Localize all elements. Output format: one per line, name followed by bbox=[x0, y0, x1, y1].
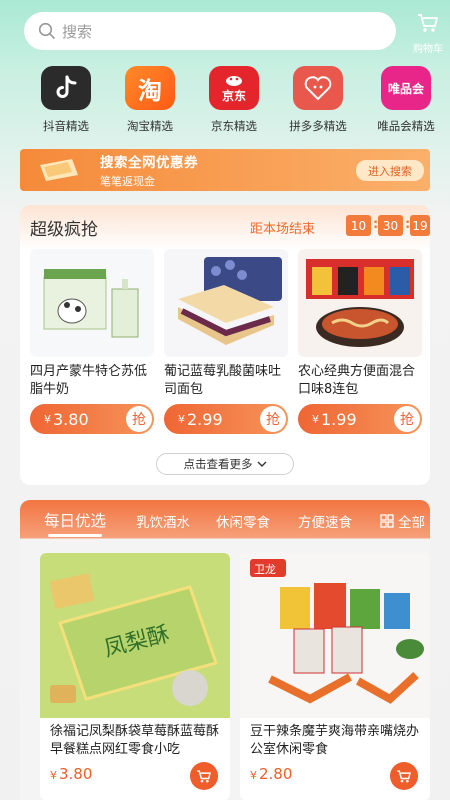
currency: ¥ bbox=[44, 412, 51, 426]
flash-product[interactable]: 四月产蒙牛特仑苏低脂牛奶 ¥3.80 抢 bbox=[30, 249, 154, 434]
platform-douyin[interactable]: 抖音精选 bbox=[26, 66, 106, 134]
coupon-banner[interactable]: 搜索全网优惠券 笔笔返现金 进入搜索 bbox=[20, 149, 430, 191]
tab-daily[interactable]: 每日优选 bbox=[44, 509, 106, 537]
platform-name: 抖音精选 bbox=[43, 119, 89, 133]
countdown-hours: 10 bbox=[346, 215, 371, 236]
platform-row: 抖音精选 淘 淘宝精选 京东 京东精选 拼多多精选 唯品会 唯品会精选 bbox=[0, 66, 450, 136]
grab-button[interactable]: 抢 bbox=[260, 406, 286, 432]
coupon-title: 搜索全网优惠券 bbox=[100, 155, 198, 171]
product-image-noodles bbox=[298, 249, 422, 357]
grid-icon bbox=[380, 514, 394, 528]
tab-all-label: 全部 bbox=[398, 515, 425, 531]
price-bar: ¥1.99 抢 bbox=[298, 404, 422, 434]
vipshop-icon: 唯品会 bbox=[381, 66, 431, 110]
tab-all[interactable]: 全部 bbox=[380, 511, 425, 531]
jd-icon: 京东 bbox=[209, 66, 259, 110]
view-more-label: 点击查看更多 bbox=[183, 457, 253, 471]
price-bar: ¥3.80 抢 bbox=[30, 404, 154, 434]
brand-logo-text: 卫龙 bbox=[254, 563, 276, 576]
flash-product[interactable]: 葡记蓝莓乳酸菌味吐司面包 ¥2.99 抢 bbox=[164, 249, 288, 434]
price-bar: ¥2.99 抢 bbox=[164, 404, 288, 434]
product-price: ¥3.80 bbox=[50, 765, 92, 783]
currency: ¥ bbox=[50, 769, 57, 782]
product-name: 农心经典方便面混合口味8连包 bbox=[298, 364, 416, 397]
tab-drinks[interactable]: 乳饮酒水 bbox=[136, 511, 190, 531]
platform-pinduoduo[interactable]: 拼多多精选 bbox=[278, 66, 358, 134]
platform-name: 京东精选 bbox=[211, 119, 257, 133]
cart-icon bbox=[197, 769, 211, 782]
grab-button[interactable]: 抢 bbox=[394, 406, 420, 432]
currency: ¥ bbox=[178, 412, 185, 426]
product-image-pineapple-cake: 凤梨酥 bbox=[40, 553, 230, 718]
price: 3.80 bbox=[53, 409, 89, 429]
product-image-spicy-snacks: 卫龙 bbox=[240, 553, 430, 718]
price: 2.80 bbox=[259, 765, 293, 783]
countdown-label: 距本场结束 bbox=[250, 222, 316, 237]
product-image-bread bbox=[164, 249, 288, 357]
cart-icon bbox=[397, 769, 411, 782]
cart-button[interactable]: 购物车 bbox=[410, 12, 446, 55]
countdown-seconds: 19 bbox=[410, 215, 430, 236]
product-image-milk bbox=[30, 249, 154, 357]
daily-product-card[interactable]: 卫龙 豆干辣条魔芋爽海带亲嘴烧办公室休闲零食 ¥2.80 bbox=[240, 553, 430, 800]
product-name: 豆干辣条魔芋爽海带亲嘴烧办公室休闲零食 bbox=[250, 724, 420, 757]
platform-taobao[interactable]: 淘 淘宝精选 bbox=[110, 66, 190, 134]
price: 2.99 bbox=[187, 409, 223, 429]
platform-vipshop[interactable]: 唯品会 唯品会精选 bbox=[366, 66, 446, 134]
coupon-subtitle: 笔笔返现金 bbox=[100, 175, 155, 188]
price: 3.80 bbox=[59, 765, 93, 783]
search-icon bbox=[38, 22, 55, 39]
product-price: ¥2.80 bbox=[250, 765, 292, 783]
flash-sale-title: 超级疯抢 bbox=[30, 220, 98, 240]
jd-icon-text: 京东 bbox=[221, 88, 246, 103]
platform-name: 唯品会精选 bbox=[377, 119, 435, 133]
platform-jd[interactable]: 京东 京东精选 bbox=[194, 66, 274, 134]
search-bar[interactable]: 搜索 bbox=[24, 12, 396, 50]
product-name: 四月产蒙牛特仑苏低脂牛奶 bbox=[30, 364, 148, 397]
product-name: 徐福记凤梨酥袋草莓酥蓝莓酥早餐糕点网红零食小吃 bbox=[50, 724, 220, 757]
taobao-icon: 淘 bbox=[125, 66, 175, 110]
tab-instant-food[interactable]: 方便速食 bbox=[298, 511, 352, 531]
chevron-down-icon bbox=[257, 461, 266, 467]
search-placeholder: 搜索 bbox=[62, 22, 93, 41]
view-more-button[interactable]: 点击查看更多 bbox=[156, 453, 294, 475]
platform-name: 拼多多精选 bbox=[289, 119, 347, 133]
douyin-icon bbox=[41, 66, 91, 110]
cart-icon bbox=[418, 14, 438, 32]
cart-label: 购物车 bbox=[413, 44, 443, 55]
grab-button[interactable]: 抢 bbox=[126, 406, 152, 432]
product-name: 葡记蓝莓乳酸菌味吐司面包 bbox=[164, 364, 282, 397]
coupon-ticket-icon bbox=[40, 159, 78, 181]
currency: ¥ bbox=[312, 412, 319, 426]
platform-name: 淘宝精选 bbox=[127, 119, 173, 133]
add-to-cart-button[interactable] bbox=[190, 762, 218, 790]
currency: ¥ bbox=[250, 769, 257, 782]
flash-product[interactable]: 农心经典方便面混合口味8连包 ¥1.99 抢 bbox=[298, 249, 422, 434]
flash-sale-card: 超级疯抢 距本场结束 10 : 30 四月产蒙牛特仑苏低脂牛奶 ¥3.80 抢 bbox=[20, 205, 430, 485]
pinduoduo-icon bbox=[293, 66, 343, 110]
category-tabs: 每日优选 乳饮酒水 休闲零食 方便速食 全部 bbox=[20, 500, 430, 540]
daily-product-card[interactable]: 凤梨酥 徐福记凤梨酥袋草莓酥蓝莓酥早餐糕点网红零食小吃 ¥3.80 bbox=[40, 553, 230, 800]
tab-snacks[interactable]: 休闲零食 bbox=[216, 511, 270, 531]
add-to-cart-button[interactable] bbox=[390, 762, 418, 790]
coupon-search-button[interactable]: 进入搜索 bbox=[356, 160, 424, 181]
countdown-minutes: 30 bbox=[378, 215, 403, 236]
price: 1.99 bbox=[321, 409, 357, 429]
